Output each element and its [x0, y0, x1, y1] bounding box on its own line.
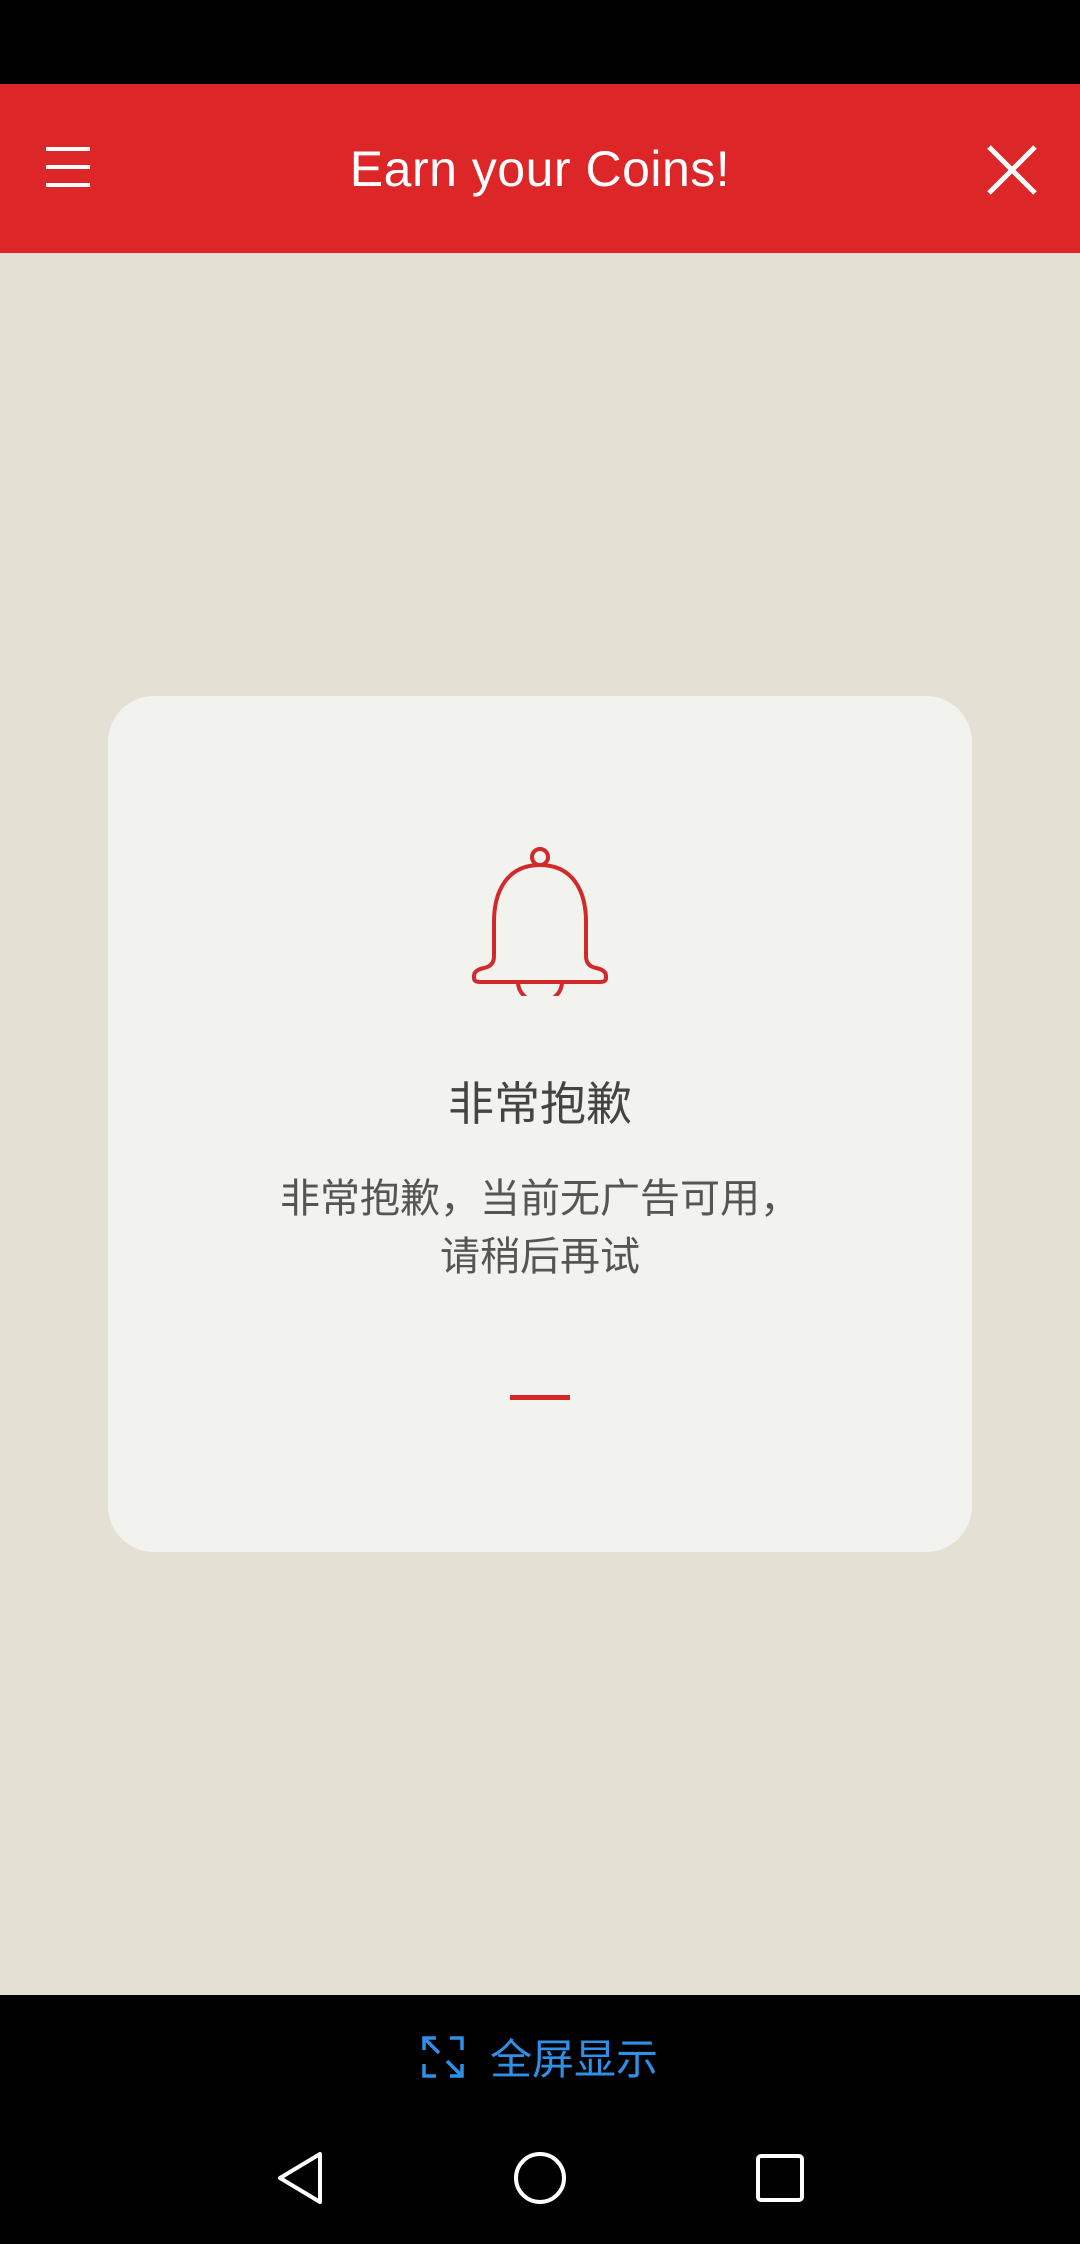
system-nav-bar: [0, 2118, 1080, 2244]
page-title: Earn your Coins!: [349, 140, 731, 197]
expand-icon: [422, 2035, 464, 2078]
nav-home-button[interactable]: [512, 2148, 568, 2208]
card-message: 非常抱歉，当前无广告可用， 请稍后再试: [190, 1170, 890, 1286]
fullscreen-button[interactable]: 全屏显示: [422, 2026, 658, 2087]
hamburger-menu-icon: [46, 147, 90, 187]
close-button[interactable]: [982, 140, 1042, 200]
nav-recents-button[interactable]: [752, 2148, 808, 2208]
home-circle-icon: [514, 2152, 566, 2204]
recents-square-icon: [756, 2154, 804, 2202]
card-message-line-1: 非常抱歉，当前无广告可用，: [280, 1176, 800, 1222]
status-bar: [0, 0, 1080, 84]
bell-icon: [472, 847, 608, 996]
back-triangle-icon: [278, 2152, 322, 2204]
close-icon: [987, 145, 1037, 195]
fullscreen-label: 全屏显示: [489, 2035, 658, 2084]
app-bar: Earn your Coins!: [0, 84, 1080, 253]
no-ads-card: 非常抱歉 非常抱歉，当前无广告可用， 请稍后再试: [108, 696, 972, 1552]
menu-button[interactable]: [40, 139, 96, 195]
fullscreen-bar: 全屏显示: [0, 1995, 1080, 2118]
content-area: 非常抱歉 非常抱歉，当前无广告可用， 请稍后再试: [0, 253, 1080, 1995]
nav-back-button[interactable]: [272, 2148, 328, 2208]
card-title: 非常抱歉: [448, 1077, 632, 1131]
card-message-line-2: 请稍后再试: [440, 1234, 640, 1280]
card-divider: [510, 1395, 570, 1400]
